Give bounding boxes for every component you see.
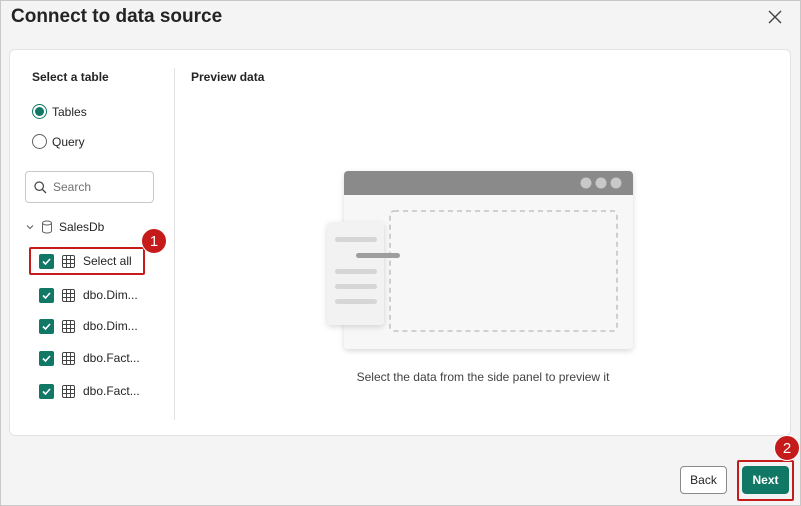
preview-heading: Preview data <box>191 70 265 84</box>
search-input[interactable] <box>53 180 143 194</box>
tree-item-table[interactable]: dbo.Fact... <box>39 381 140 401</box>
radio-tables-label: Tables <box>52 104 87 119</box>
connect-dialog: Connect to data source Select a table Ta… <box>0 0 801 506</box>
content-card: Select a table Tables Query SalesDb <box>9 49 791 436</box>
checkbox-checked[interactable] <box>39 350 54 366</box>
tree-item-table[interactable]: dbo.Fact... <box>39 348 140 368</box>
search-icon <box>34 180 47 193</box>
panel-divider <box>174 68 175 420</box>
checkmark-icon <box>42 291 51 299</box>
step-2-badge: 2 <box>774 435 800 461</box>
next-annotation-box <box>737 460 794 501</box>
close-button[interactable] <box>764 6 786 28</box>
tree-item-label: dbo.Fact... <box>83 351 140 365</box>
tree-item-table[interactable]: dbo.Dim... <box>39 316 138 336</box>
close-icon <box>768 10 782 24</box>
checkbox-checked[interactable] <box>39 383 54 399</box>
checkbox-checked[interactable] <box>39 287 54 303</box>
radio-query-label: Query <box>52 134 85 149</box>
table-icon <box>62 319 75 333</box>
radio-indicator-checked <box>32 104 47 119</box>
back-button[interactable]: Back <box>680 466 727 494</box>
preview-hint-text: Select the data from the side panel to p… <box>356 370 610 384</box>
select-table-heading: Select a table <box>32 70 109 84</box>
dialog-title: Connect to data source <box>11 6 223 27</box>
tree-item-table[interactable]: dbo.Dim... <box>39 285 138 305</box>
tree-item-label: dbo.Dim... <box>83 319 138 333</box>
table-icon <box>62 384 75 398</box>
checkmark-icon <box>42 354 51 362</box>
tree-item-label: dbo.Dim... <box>83 288 138 302</box>
table-icon <box>62 351 75 365</box>
chevron-down-icon <box>26 225 34 230</box>
table-icon <box>62 288 75 302</box>
radio-query[interactable]: Query <box>32 134 85 149</box>
checkmark-icon <box>42 387 51 395</box>
checkbox-checked[interactable] <box>39 318 54 334</box>
database-icon <box>42 220 52 234</box>
search-box[interactable] <box>25 171 154 203</box>
tree-root-label: SalesDb <box>59 220 105 234</box>
checkmark-icon <box>42 322 51 330</box>
radio-tables[interactable]: Tables <box>32 104 87 119</box>
select-all-annotation-box <box>29 247 145 275</box>
radio-indicator-unchecked <box>32 134 47 149</box>
preview-placeholder-illustration <box>327 171 633 349</box>
tree-root-salesdb[interactable]: SalesDb <box>25 220 104 234</box>
tree-item-label: dbo.Fact... <box>83 384 140 398</box>
step-1-badge: 1 <box>141 228 167 254</box>
